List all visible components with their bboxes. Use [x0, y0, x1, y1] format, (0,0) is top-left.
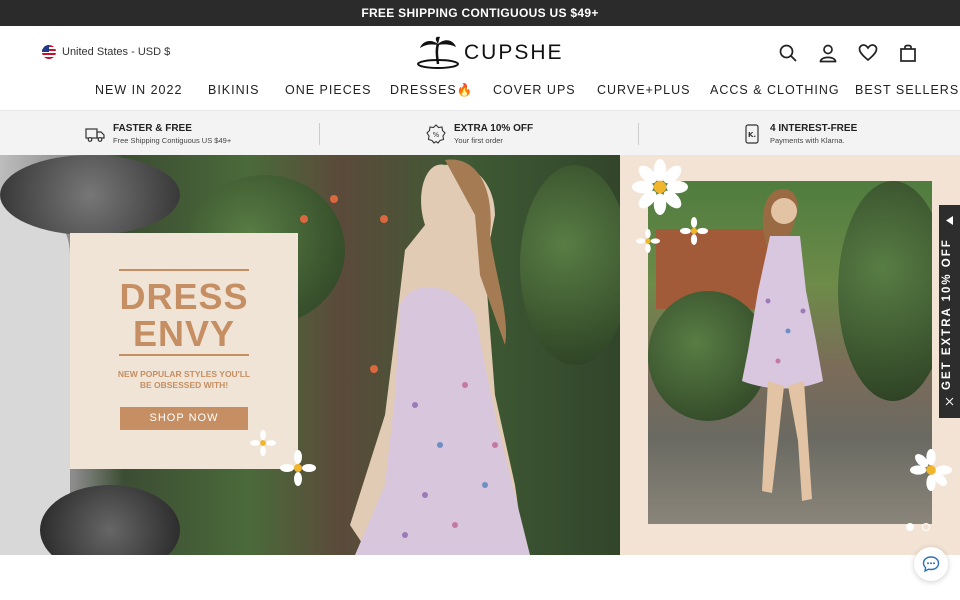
nav-item-one-pieces[interactable]: ONE PIECES [285, 83, 371, 97]
foliage-decoration [520, 165, 630, 365]
nav-item-best-sellers[interactable]: BEST SELLERS [855, 83, 959, 97]
carousel-dot-2[interactable] [922, 523, 930, 531]
svg-text:%: % [433, 131, 440, 139]
nav-item-cover-ups[interactable]: COVER UPS [493, 83, 576, 97]
us-flag-icon [42, 45, 56, 59]
promo-title-line2: ENVY [132, 313, 236, 354]
announcement-bar: FREE SHIPPING CONTIGUOUS US $49+ [0, 0, 960, 26]
wishlist-icon[interactable] [858, 43, 878, 63]
nav-item-new-in[interactable]: NEW IN 2022 [95, 83, 182, 97]
promo-subtitle-line1: NEW POPULAR STYLES YOU'LL [117, 369, 251, 379]
perk-subtitle: Payments with Klarna. [770, 136, 845, 145]
perk-free-shipping[interactable]: FASTER & FREE Free Shipping Contiguous U… [85, 123, 231, 145]
carousel-dots [906, 523, 930, 531]
perk-title: 4 INTEREST-FREE [770, 123, 858, 134]
logo-wordmark: CUPSHE [464, 41, 564, 64]
promo-title: DRESS ENVY [70, 278, 298, 352]
carousel-dot-1[interactable] [906, 523, 914, 531]
perk-title: EXTRA 10% OFF [454, 123, 534, 134]
flower-decoration [330, 195, 338, 203]
daisy-icon [280, 450, 316, 486]
perk-title: FASTER & FREE [113, 123, 192, 134]
region-label: United States - USD $ [62, 46, 171, 58]
region-selector[interactable]: United States - USD $ [42, 45, 170, 59]
shop-now-button[interactable]: SHOP NOW [120, 407, 248, 430]
perk-extra-off[interactable]: % EXTRA 10% OFF Your first order [426, 123, 533, 145]
perks-bar: FASTER & FREE Free Shipping Contiguous U… [0, 110, 960, 155]
nav-item-accs-clothing[interactable]: ACCS & CLOTHING [710, 83, 840, 97]
main-nav: NEW IN 2022 BIKINIS ONE PIECES DRESSES🔥 … [0, 80, 960, 110]
hero-right-image [620, 155, 960, 555]
nav-item-dresses[interactable]: DRESSES🔥 [390, 83, 473, 98]
daisy-icon [636, 229, 660, 253]
header-actions [778, 43, 918, 63]
promo-divider-top [119, 269, 249, 271]
daisy-icon [680, 217, 708, 245]
model-photo-left [350, 159, 530, 555]
nav-item-curve-plus[interactable]: CURVE+PLUS [597, 83, 690, 97]
discount-badge-icon: % [426, 124, 446, 144]
site-logo[interactable]: CUPSHE [416, 36, 564, 70]
site-header: United States - USD $ CUPSHE [0, 26, 960, 80]
perk-subtitle: Free Shipping Contiguous US $49+ [113, 136, 232, 145]
truck-icon [85, 128, 105, 142]
hero-left-image: DRESS ENVY NEW POPULAR STYLES YOU'LL BE … [0, 155, 630, 555]
promo-divider-bottom [119, 354, 249, 356]
foliage-decoration [0, 155, 180, 235]
announcement-text: FREE SHIPPING CONTIGUOUS US $49+ [361, 6, 599, 20]
daisy-icon [632, 159, 688, 215]
caret-left-icon [946, 216, 953, 225]
side-tab-label: GET EXTRA 10% OFF [941, 238, 953, 390]
search-icon[interactable] [778, 43, 798, 63]
chat-button[interactable] [914, 547, 948, 581]
daisy-icon [910, 449, 952, 491]
account-icon[interactable] [818, 43, 838, 63]
promo-title-line1: DRESS [119, 276, 249, 317]
promo-subtitle-line2: BE OBSESSED WITH! [139, 380, 229, 390]
promo-subtitle: NEW POPULAR STYLES YOU'LL BE OBSESSED WI… [70, 369, 298, 391]
hero-banner[interactable]: DRESS ENVY NEW POPULAR STYLES YOU'LL BE … [0, 155, 960, 555]
perk-divider [319, 123, 320, 145]
extra-off-side-tab[interactable]: GET EXTRA 10% OFF [939, 205, 960, 418]
cart-icon[interactable] [898, 43, 918, 63]
close-icon[interactable] [945, 397, 954, 406]
nav-item-bikinis[interactable]: BIKINIS [208, 83, 259, 97]
palm-tree-logo-icon [417, 36, 459, 69]
model-figure-right [742, 189, 823, 501]
perk-subtitle: Your first order [454, 136, 503, 145]
svg-text:K.: K. [748, 131, 756, 139]
foliage-decoration [838, 181, 932, 401]
flower-decoration [300, 215, 308, 223]
perk-klarna[interactable]: K. 4 INTEREST-FREE Payments with Klarna. [742, 123, 857, 145]
chat-icon [922, 556, 940, 573]
perk-divider [638, 123, 639, 145]
daisy-icon [250, 430, 276, 456]
klarna-icon: K. [745, 124, 759, 144]
